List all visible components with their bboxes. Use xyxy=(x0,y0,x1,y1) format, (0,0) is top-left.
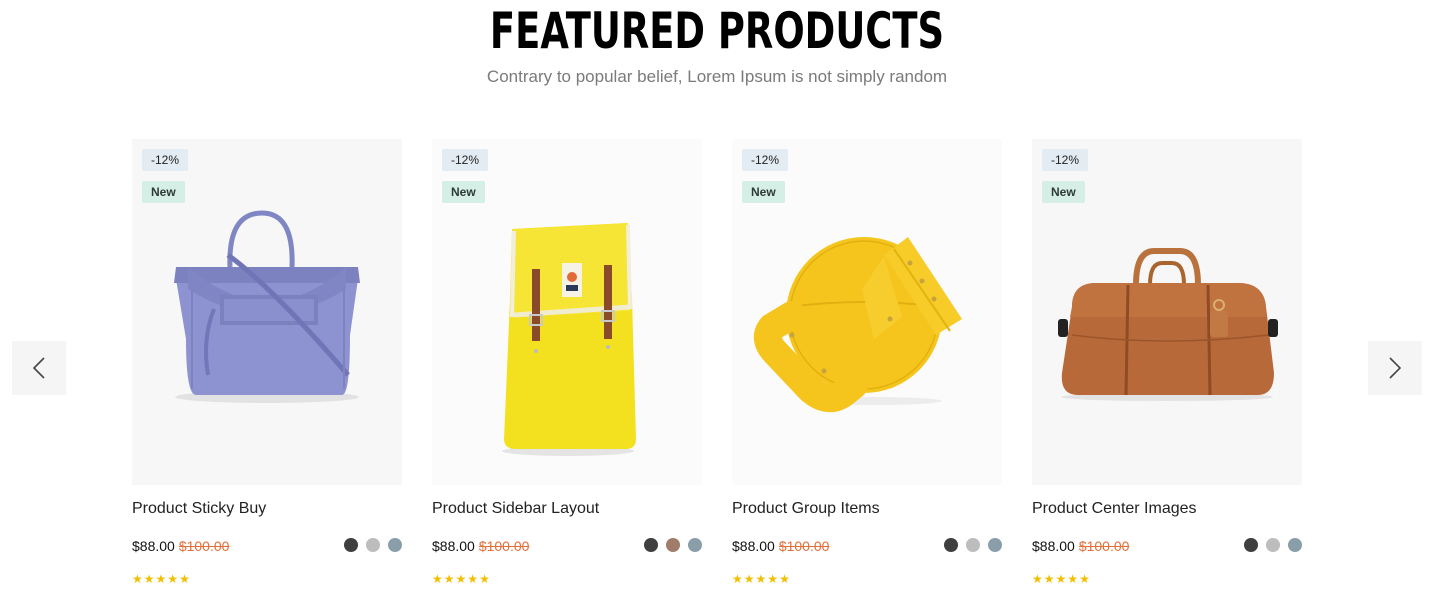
star-icon: ★ xyxy=(1067,572,1079,586)
star-icon: ★ xyxy=(767,572,779,586)
product-title[interactable]: Product Sticky Buy xyxy=(132,499,402,519)
color-swatch-blue-gray[interactable] xyxy=(388,538,402,552)
product-image-link[interactable]: -12% New xyxy=(1032,139,1302,485)
price: $88.00 xyxy=(732,538,775,554)
product-image-link[interactable]: -12% New xyxy=(132,139,402,485)
chevron-right-icon xyxy=(1389,357,1402,379)
star-icon: ★ xyxy=(1079,572,1090,586)
color-swatches xyxy=(944,538,1002,552)
star-icon: ★ xyxy=(143,572,155,586)
star-icon: ★ xyxy=(1032,572,1043,586)
new-badge: New xyxy=(442,181,485,203)
color-swatch-blue-gray[interactable] xyxy=(688,538,702,552)
star-icon: ★ xyxy=(443,572,455,586)
rating-stars: ★ ★ ★ ★ ★ xyxy=(432,573,490,585)
color-swatches xyxy=(344,538,402,552)
price-row: $88.00 $100.00 xyxy=(732,537,1002,557)
star-icon: ★ xyxy=(479,572,490,586)
star-icon: ★ xyxy=(132,572,143,586)
color-swatch-dark-gray[interactable] xyxy=(344,538,358,552)
product-title[interactable]: Product Group Items xyxy=(732,499,1002,519)
product-card: -12% New Product Sidebar Layout $88.00 $1… xyxy=(432,139,702,589)
color-swatch-dark-gray[interactable] xyxy=(944,538,958,552)
color-swatch-dark-gray[interactable] xyxy=(644,538,658,552)
star-icon: ★ xyxy=(743,572,755,586)
price: $88.00 xyxy=(1032,538,1075,554)
star-icon: ★ xyxy=(1055,572,1067,586)
star-icon: ★ xyxy=(155,572,167,586)
new-badge: New xyxy=(142,181,185,203)
star-icon: ★ xyxy=(432,572,443,586)
product-card: -12% New Product Group Items $88.00 $100.… xyxy=(732,139,1002,589)
old-price: $100.00 xyxy=(778,538,830,554)
product-card: -12% New Product Center Images $88.00 $10… xyxy=(1032,139,1302,589)
color-swatch-dark-gray[interactable] xyxy=(1244,538,1258,552)
carousel-next-button[interactable] xyxy=(1368,341,1422,395)
color-swatches xyxy=(644,538,702,552)
star-icon: ★ xyxy=(779,572,790,586)
price-row: $88.00 $100.00 xyxy=(132,537,402,557)
price: $88.00 xyxy=(132,538,175,554)
chevron-left-icon xyxy=(32,357,45,379)
star-icon: ★ xyxy=(732,572,743,586)
color-swatches xyxy=(1244,538,1302,552)
new-badge: New xyxy=(742,181,785,203)
color-swatch-light-gray[interactable] xyxy=(966,538,980,552)
color-swatch-blue-gray[interactable] xyxy=(1288,538,1302,552)
product-image-link[interactable]: -12% New xyxy=(432,139,702,485)
new-badge: New xyxy=(1042,181,1085,203)
carousel-prev-button[interactable] xyxy=(12,341,66,395)
price-row: $88.00 $100.00 xyxy=(432,537,702,557)
discount-badge: -12% xyxy=(742,149,789,171)
discount-badge: -12% xyxy=(142,149,189,171)
color-swatch-light-gray[interactable] xyxy=(366,538,380,552)
color-swatch-light-gray[interactable] xyxy=(1266,538,1280,552)
product-card: -12% New Product Sticky Buy $88.00 $100.0… xyxy=(132,139,402,589)
color-swatch-blue-gray[interactable] xyxy=(988,538,1002,552)
star-icon: ★ xyxy=(467,572,479,586)
product-title[interactable]: Product Sidebar Layout xyxy=(432,499,702,519)
old-price: $100.00 xyxy=(478,538,530,554)
rating-stars: ★ ★ ★ ★ ★ xyxy=(1032,573,1090,585)
star-icon: ★ xyxy=(1043,572,1055,586)
section-title: FEATURED PRODUCTS xyxy=(489,2,945,60)
discount-badge: -12% xyxy=(442,149,489,171)
color-swatch-brown[interactable] xyxy=(666,538,680,552)
star-icon: ★ xyxy=(455,572,467,586)
old-price: $100.00 xyxy=(178,538,230,554)
rating-stars: ★ ★ ★ ★ ★ xyxy=(732,573,790,585)
product-image-link[interactable]: -12% New xyxy=(732,139,1002,485)
price-row: $88.00 $100.00 xyxy=(1032,537,1302,557)
star-icon: ★ xyxy=(167,572,179,586)
discount-badge: -12% xyxy=(1042,149,1089,171)
price: $88.00 xyxy=(432,538,475,554)
star-icon: ★ xyxy=(179,572,190,586)
product-title[interactable]: Product Center Images xyxy=(1032,499,1302,519)
star-icon: ★ xyxy=(755,572,767,586)
rating-stars: ★ ★ ★ ★ ★ xyxy=(132,573,190,585)
old-price: $100.00 xyxy=(1078,538,1130,554)
section-subtitle: Contrary to popular belief, Lorem Ipsum … xyxy=(486,67,948,86)
